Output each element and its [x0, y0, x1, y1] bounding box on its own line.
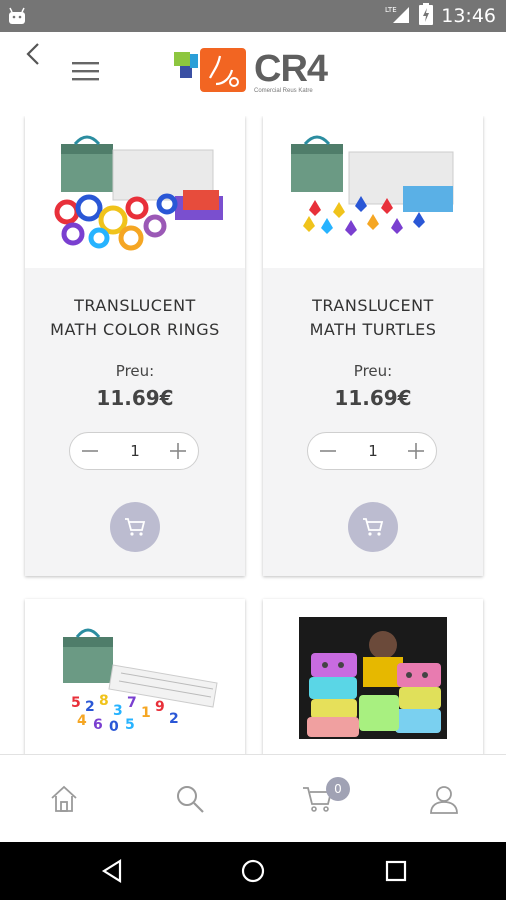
system-back-icon[interactable] [100, 859, 124, 888]
cart-count-badge: 0 [326, 777, 350, 801]
quantity-stepper: 1 [307, 432, 437, 470]
product-name-line2: MATH TURTLES [309, 320, 437, 339]
product-image[interactable]: 52 83 71 94 60 52 [25, 599, 245, 754]
logo-subtitle: Comercial Reus Katre [254, 88, 313, 94]
bottom-navigation: 0 [0, 754, 506, 842]
svg-text:7: 7 [127, 695, 137, 711]
logo-title: CR4 [254, 48, 328, 90]
product-image[interactable] [263, 116, 483, 268]
status-time: 13:46 [441, 5, 496, 27]
product-card[interactable]: TRANSLUCENT MATH TURTLES Preu: 11.69€ 1 [263, 116, 483, 576]
product-name-line2: MATH COLOR RINGS [50, 320, 220, 339]
increment-button[interactable] [168, 441, 188, 461]
user-profile-icon[interactable] [428, 783, 460, 815]
hamburger-menu-icon[interactable] [72, 60, 100, 82]
lte-signal-icon: LTE [385, 4, 411, 29]
svg-text:1: 1 [141, 705, 151, 721]
system-navigation-bar [0, 842, 506, 900]
svg-text:3: 3 [113, 703, 123, 719]
status-bar: LTE 13:46 [0, 0, 506, 32]
quantity-value[interactable]: 1 [120, 442, 150, 460]
product-image[interactable] [25, 116, 245, 268]
cr4-logo[interactable]: CR4 Comercial Reus Katre [174, 48, 334, 100]
decrement-button[interactable] [318, 441, 338, 461]
svg-text:8: 8 [99, 693, 109, 709]
product-card[interactable] [263, 599, 483, 754]
product-name-line1: TRANSLUCENT [312, 296, 434, 315]
product-card[interactable]: TRANSLUCENT MATH COLOR RINGS Preu: 11.69… [25, 116, 245, 576]
svg-text:5: 5 [125, 717, 135, 733]
svg-text:2: 2 [169, 711, 179, 727]
quantity-value[interactable]: 1 [358, 442, 388, 460]
home-icon[interactable] [48, 783, 80, 815]
android-notification-icon [8, 7, 26, 30]
price-label: Preu: [115, 362, 155, 380]
logo-graphic [174, 48, 246, 92]
cart-icon [125, 518, 146, 536]
cart-icon [363, 518, 384, 536]
product-image[interactable] [263, 599, 483, 754]
increment-button[interactable] [406, 441, 426, 461]
svg-text:0: 0 [109, 719, 119, 735]
battery-charging-icon [419, 2, 434, 30]
svg-text:9: 9 [155, 699, 165, 715]
system-recents-icon[interactable] [384, 859, 408, 888]
svg-text:6: 6 [93, 717, 103, 733]
add-to-cart-button[interactable] [110, 502, 160, 552]
svg-text:LTE: LTE [385, 6, 397, 14]
price-label: Preu: [353, 362, 393, 380]
product-name[interactable]: TRANSLUCENT MATH TURTLES [263, 294, 483, 342]
product-price: 11.69€ [334, 386, 412, 410]
svg-text:4: 4 [77, 713, 87, 729]
search-icon[interactable] [174, 783, 206, 815]
back-arrow-icon[interactable] [20, 40, 48, 68]
system-home-icon[interactable] [241, 859, 265, 888]
app-header: CR4 Comercial Reus Katre [0, 32, 506, 116]
decrement-button[interactable] [80, 441, 100, 461]
add-to-cart-button[interactable] [348, 502, 398, 552]
product-grid[interactable]: TRANSLUCENT MATH COLOR RINGS Preu: 11.69… [0, 116, 506, 754]
product-name[interactable]: TRANSLUCENT MATH COLOR RINGS [25, 294, 245, 342]
product-price: 11.69€ [96, 386, 174, 410]
product-name-line1: TRANSLUCENT [74, 296, 196, 315]
quantity-stepper: 1 [69, 432, 199, 470]
svg-text:5: 5 [71, 695, 81, 711]
product-card[interactable]: 52 83 71 94 60 52 [25, 599, 245, 754]
